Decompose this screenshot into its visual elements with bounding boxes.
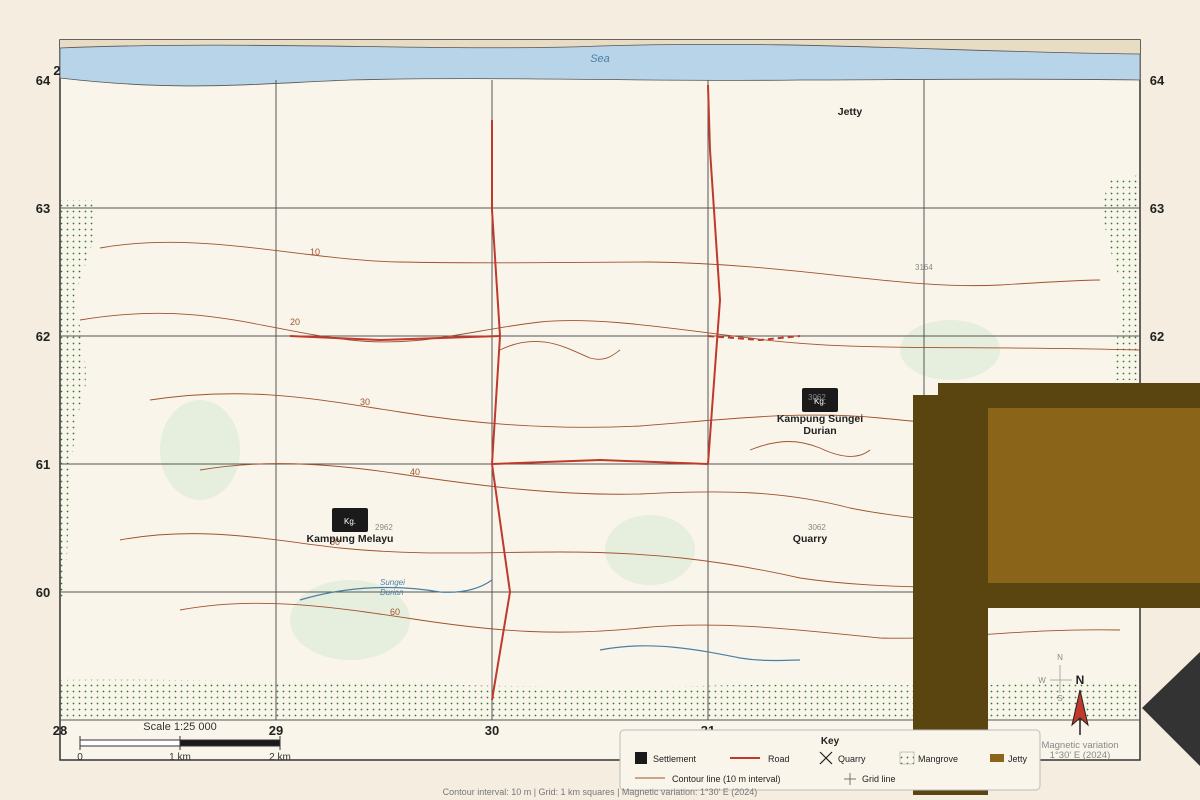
quarry-label: Quarry bbox=[793, 533, 828, 545]
key-title: Key bbox=[821, 736, 840, 747]
map-footer: Contour interval: 10 m | Grid: 1 km squa… bbox=[443, 787, 758, 797]
northing-label-right: 62 bbox=[1150, 329, 1164, 344]
easting-label: 28 bbox=[53, 723, 67, 738]
map-key: Key Settlement Road Quarry Mangrove Jett… bbox=[619, 729, 1041, 791]
contour-label: 20 bbox=[290, 317, 300, 327]
scale-tick: 0 bbox=[77, 752, 83, 763]
river-label-line1: Sungei bbox=[380, 578, 405, 587]
scale-tick: 2 km bbox=[269, 752, 291, 763]
easting-label: 30 bbox=[485, 723, 499, 738]
kampung-sungei-durian-label: Durian bbox=[803, 425, 836, 437]
contour-label: 40 bbox=[410, 467, 420, 477]
partial-easting-label: 2 bbox=[53, 63, 60, 78]
settlement-symbol-text: Kg. bbox=[344, 517, 356, 526]
contour-label: 10 bbox=[310, 247, 320, 257]
grid-reference: 3062 bbox=[808, 523, 826, 532]
key-mangrove-icon bbox=[899, 751, 915, 765]
vegetation-patch bbox=[605, 515, 695, 585]
topographic-map: Sea 10 20 30 40 50 60 Sungei Durian Kg. … bbox=[36, 39, 1200, 797]
jetty-label: Jetty bbox=[838, 106, 863, 118]
contour-label: 60 bbox=[390, 607, 400, 617]
scale-title: Scale 1:25 000 bbox=[143, 721, 216, 733]
compass-w: W bbox=[1038, 676, 1046, 685]
key-mangrove-label: Mangrove bbox=[918, 754, 958, 764]
contour-label: 30 bbox=[360, 397, 370, 407]
compass-n: N bbox=[1057, 653, 1063, 662]
sea-label: Sea bbox=[590, 53, 610, 65]
easting-label: 29 bbox=[269, 723, 283, 738]
northing-label-left: 64 bbox=[36, 73, 51, 88]
northing-label-left: 60 bbox=[36, 585, 50, 600]
grid-reference: 3062 bbox=[808, 393, 826, 402]
river-label-line2: Durian bbox=[380, 588, 404, 597]
key-grid-label: Grid line bbox=[862, 774, 896, 784]
key-road-label: Road bbox=[768, 754, 790, 764]
northing-label-left: 62 bbox=[36, 329, 50, 344]
magnetic-variation-line2: 1°30' E (2024) bbox=[1050, 750, 1111, 761]
north-arrow-label: N bbox=[1076, 673, 1085, 687]
grid-reference: 3164 bbox=[915, 263, 933, 272]
northing-label-left: 63 bbox=[36, 201, 50, 216]
northing-label-right: 63 bbox=[1150, 201, 1164, 216]
key-quarry-label: Quarry bbox=[838, 754, 866, 764]
key-jetty-icon bbox=[990, 754, 1004, 762]
scale-tick: 1 km bbox=[169, 752, 191, 763]
compass-s: S bbox=[1057, 694, 1062, 703]
northing-label-right: 64 bbox=[1150, 73, 1165, 88]
key-settlement-label: Settlement bbox=[653, 754, 697, 764]
key-jetty-label: Jetty bbox=[1008, 754, 1028, 764]
vegetation-patch bbox=[160, 400, 240, 500]
vegetation-patch bbox=[900, 320, 1000, 380]
page-arrow-icon bbox=[1142, 652, 1200, 766]
jetty-deck bbox=[988, 408, 1200, 583]
key-contour-label: Contour line (10 m interval) bbox=[672, 774, 781, 784]
kampung-melayu-label: Kampung Melayu bbox=[307, 533, 394, 545]
northing-label-left: 61 bbox=[36, 457, 50, 472]
grid-reference: 2962 bbox=[375, 523, 393, 532]
key-settlement-icon bbox=[635, 752, 647, 764]
kampung-sungei-durian-label: Kampung Sungei bbox=[777, 413, 863, 425]
